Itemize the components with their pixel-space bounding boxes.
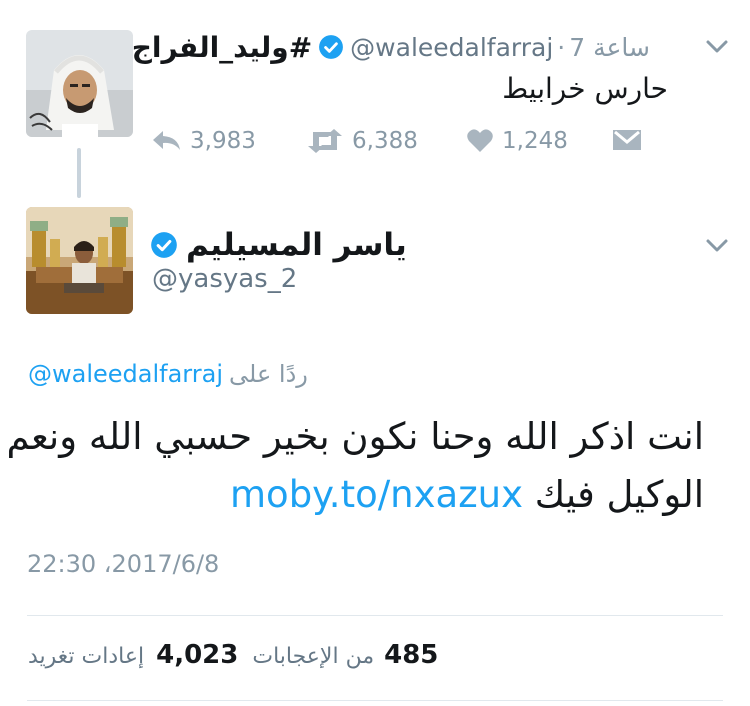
parent-tweet-header: 7 ساعة · @waleedalfarraj وليد_الفراج# [132, 28, 650, 66]
reply-to-prefix: ردًا على [229, 360, 308, 388]
avatar-waleed-image [26, 30, 133, 137]
tweet-link[interactable]: moby.to/nxazux [230, 473, 523, 516]
main-author-handle[interactable]: @yasyas_2 [152, 264, 297, 294]
main-tweet-text: انت اذكر الله وحنا نكون بخير حسبي الله و… [6, 408, 704, 524]
tweet-text: حارس خرابيط [502, 72, 668, 105]
tweet-timestamp[interactable]: 22:30 ،2017/6/8 [27, 550, 219, 578]
chevron-down-icon[interactable] [704, 36, 730, 56]
thread-connector-line [77, 148, 81, 198]
tweet-time-ago[interactable]: 7 ساعة [569, 33, 650, 62]
reply-button[interactable]: 3,983 [150, 128, 256, 154]
like-button[interactable]: 1,248 [466, 128, 568, 154]
replying-to: @waleedalfarraj ردًا على [28, 360, 308, 388]
tweet-text-line-2-words: الوكيل فيك [534, 473, 704, 516]
verified-badge-icon [151, 232, 177, 258]
avatar-waleed[interactable] [26, 30, 133, 137]
envelope-icon [613, 130, 641, 150]
reply-icon [153, 131, 180, 150]
divider-bottom [27, 700, 723, 701]
likes-label[interactable]: من الإعجابات [252, 644, 374, 669]
tweet-text-line-2: الوكيل فيك moby.to/nxazux [14, 466, 704, 524]
tweet-stats: إعادات تغريد 4,023 من الإعجابات 485 [28, 640, 438, 674]
author-display-name[interactable]: وليد_الفراج# [132, 31, 312, 64]
author-handle[interactable]: @waleedalfarraj [350, 33, 553, 62]
retweet-count: 6,388 [352, 128, 418, 154]
avatar-yasser-image [26, 207, 133, 314]
retweet-icon [308, 129, 342, 153]
heart-icon [467, 129, 493, 152]
chevron-down-icon[interactable] [704, 235, 730, 255]
like-count: 1,248 [502, 128, 568, 154]
retweets-label[interactable]: إعادات تغريد [28, 644, 144, 669]
divider-top [27, 615, 723, 616]
separator-dot: · [557, 32, 566, 62]
tweet-text-line-1: انت اذكر الله وحنا نكون بخير حسبي الله و… [6, 415, 704, 458]
main-author-name-row: ياسر المسيليم [150, 225, 407, 265]
main-author-display-name[interactable]: ياسر المسيليم [186, 227, 407, 263]
retweets-count[interactable]: 4,023 [156, 640, 238, 670]
retweet-button[interactable]: 6,388 [306, 128, 418, 154]
avatar-yasser[interactable] [26, 207, 133, 314]
verified-badge-icon [319, 35, 344, 59]
reply-count: 3,983 [190, 128, 256, 154]
direct-message-button[interactable] [612, 128, 650, 152]
reply-to-mention-link[interactable]: @waleedalfarraj [28, 360, 223, 388]
tweet-actions: 3,983 6,388 1,248 [150, 128, 650, 164]
likes-count[interactable]: 485 [384, 640, 438, 670]
